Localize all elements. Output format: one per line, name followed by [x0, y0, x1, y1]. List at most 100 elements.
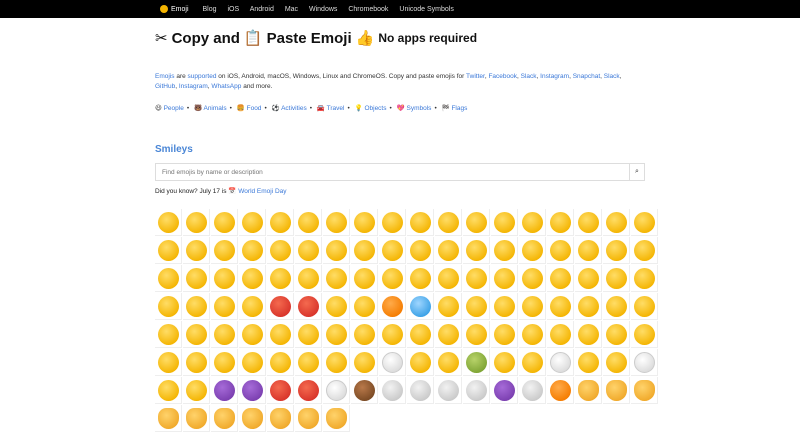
emoji-cell[interactable] [295, 349, 322, 376]
emoji-cell[interactable] [183, 209, 210, 236]
emoji-cell[interactable] [379, 265, 406, 292]
emoji-cell[interactable] [491, 209, 518, 236]
emoji-cell[interactable] [351, 377, 378, 404]
platform-link-instagram[interactable]: Instagram [540, 73, 569, 80]
nav-unicode-symbols[interactable]: Unicode Symbols [399, 6, 453, 13]
emoji-cell[interactable] [267, 265, 294, 292]
emoji-cell[interactable] [155, 265, 182, 292]
platform-link-slack-2[interactable]: Slack [604, 73, 620, 80]
emoji-cell[interactable] [183, 377, 210, 404]
emoji-cell[interactable] [575, 237, 602, 264]
emoji-cell[interactable] [435, 237, 462, 264]
emoji-cell[interactable] [295, 209, 322, 236]
emoji-cell[interactable] [435, 209, 462, 236]
emoji-cell[interactable] [267, 209, 294, 236]
emoji-cell[interactable] [155, 405, 182, 432]
emoji-cell[interactable] [239, 237, 266, 264]
emoji-cell[interactable] [267, 321, 294, 348]
emoji-cell[interactable] [603, 377, 630, 404]
emoji-cell[interactable] [575, 265, 602, 292]
platform-link-snapchat[interactable]: Snapchat [573, 73, 600, 80]
emoji-cell[interactable] [407, 265, 434, 292]
nav-windows[interactable]: Windows [309, 6, 337, 13]
emoji-cell[interactable] [575, 321, 602, 348]
category-food[interactable]: Food [247, 105, 262, 112]
emoji-cell[interactable] [631, 349, 658, 376]
emoji-cell[interactable] [463, 377, 490, 404]
emoji-cell[interactable] [575, 293, 602, 320]
emoji-cell[interactable] [407, 349, 434, 376]
emoji-cell[interactable] [575, 349, 602, 376]
emoji-cell[interactable] [519, 349, 546, 376]
emoji-cell[interactable] [295, 405, 322, 432]
emoji-cell[interactable] [379, 377, 406, 404]
emoji-cell[interactable] [267, 405, 294, 432]
emoji-cell[interactable] [519, 237, 546, 264]
emoji-cell[interactable] [631, 237, 658, 264]
emoji-cell[interactable] [547, 293, 574, 320]
platform-link-slack[interactable]: Slack [521, 73, 537, 80]
emoji-cell[interactable] [407, 377, 434, 404]
emoji-cell[interactable] [183, 405, 210, 432]
emoji-cell[interactable] [267, 293, 294, 320]
emoji-cell[interactable] [351, 349, 378, 376]
emoji-cell[interactable] [183, 293, 210, 320]
emoji-cell[interactable] [519, 321, 546, 348]
emoji-cell[interactable] [435, 265, 462, 292]
nav-chromebook[interactable]: Chromebook [348, 6, 388, 13]
emoji-cell[interactable] [547, 321, 574, 348]
emoji-cell[interactable] [211, 293, 238, 320]
category-symbols[interactable]: Symbols [407, 105, 432, 112]
emoji-cell[interactable] [155, 293, 182, 320]
emoji-cell[interactable] [491, 237, 518, 264]
emoji-cell[interactable] [491, 377, 518, 404]
emoji-cell[interactable] [239, 349, 266, 376]
category-flags[interactable]: Flags [451, 105, 467, 112]
emoji-cell[interactable] [211, 349, 238, 376]
emoji-cell[interactable] [435, 377, 462, 404]
emoji-cell[interactable] [155, 349, 182, 376]
emoji-cell[interactable] [323, 237, 350, 264]
emoji-cell[interactable] [379, 209, 406, 236]
emoji-cell[interactable] [547, 349, 574, 376]
category-objects[interactable]: Objects [364, 105, 386, 112]
emoji-cell[interactable] [183, 321, 210, 348]
emoji-cell[interactable] [491, 321, 518, 348]
nav-ios[interactable]: iOS [227, 6, 239, 13]
emoji-cell[interactable] [407, 237, 434, 264]
emoji-cell[interactable] [267, 237, 294, 264]
emoji-cell[interactable] [211, 405, 238, 432]
emoji-cell[interactable] [435, 293, 462, 320]
emoji-cell[interactable] [155, 321, 182, 348]
emoji-cell[interactable] [239, 377, 266, 404]
emoji-cell[interactable] [603, 265, 630, 292]
emoji-cell[interactable] [547, 377, 574, 404]
emoji-cell[interactable] [463, 265, 490, 292]
emoji-cell[interactable] [379, 293, 406, 320]
emoji-cell[interactable] [379, 237, 406, 264]
world-emoji-day-link[interactable]: World Emoji Day [238, 188, 286, 195]
emoji-cell[interactable] [463, 209, 490, 236]
emoji-cell[interactable] [183, 349, 210, 376]
emoji-cell[interactable] [351, 265, 378, 292]
emoji-cell[interactable] [463, 349, 490, 376]
nav-android[interactable]: Android [250, 6, 274, 13]
emoji-cell[interactable] [435, 321, 462, 348]
emoji-cell[interactable] [519, 377, 546, 404]
emoji-cell[interactable] [211, 209, 238, 236]
emoji-cell[interactable] [239, 293, 266, 320]
category-animals[interactable]: Animals [203, 105, 226, 112]
brand[interactable]: Emoji [160, 5, 189, 13]
emoji-cell[interactable] [323, 293, 350, 320]
emoji-cell[interactable] [351, 293, 378, 320]
emoji-cell[interactable] [491, 293, 518, 320]
emoji-cell[interactable] [351, 321, 378, 348]
emoji-cell[interactable] [575, 377, 602, 404]
emoji-cell[interactable] [295, 321, 322, 348]
emoji-cell[interactable] [407, 321, 434, 348]
emoji-cell[interactable] [463, 237, 490, 264]
emoji-cell[interactable] [491, 349, 518, 376]
emoji-cell[interactable] [463, 321, 490, 348]
emoji-cell[interactable] [323, 209, 350, 236]
emoji-cell[interactable] [631, 293, 658, 320]
